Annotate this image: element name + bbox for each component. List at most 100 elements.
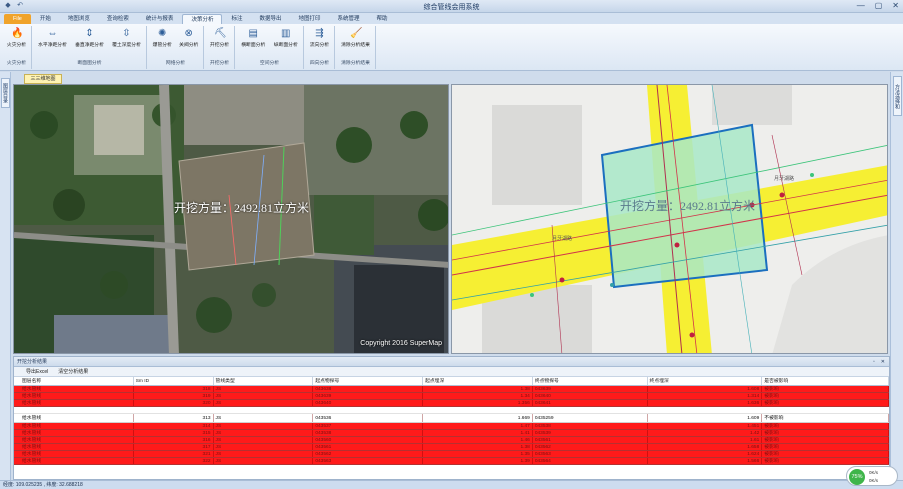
table-cell: 043641 (533, 400, 648, 406)
group-flow: ⇶ 流向分析 四向分析 (305, 26, 335, 69)
table-cell: 给水管线 (14, 444, 134, 450)
column-header[interactable]: 终点埋深 (648, 377, 763, 385)
table-cell: 317 (134, 444, 214, 450)
table-cell: 1.41 (423, 430, 533, 436)
group-network: ✺ 爆管分析 ⊗ 关阀分析 网络分析 (148, 26, 204, 69)
table-row[interactable]: 给水管线 319 JS 043639 1.34 043640 1.314 被影响 (14, 393, 889, 400)
table-row[interactable]: 给水管线 322 JS 043563 1.39 043564 1.566 被影响 (14, 458, 889, 465)
table-row[interactable]: 给水管线 317 JS 043561 1.38 043562 1.658 被影响 (14, 444, 889, 451)
window-title: 综合管线会用系统 (423, 4, 480, 11)
clear-results-link[interactable]: 清空分析结果 (58, 367, 88, 376)
map-2d-view[interactable]: 开挖方量：2492.81立方米 月牙湖路 月牙湖路 (451, 84, 888, 354)
vertical-distance-button[interactable]: ⇕ 垂直净距分析 (72, 26, 107, 52)
tab-file[interactable]: File (4, 14, 31, 24)
tab-map-print[interactable]: 地图打印 (290, 14, 328, 24)
close-button[interactable]: ✕ (892, 1, 899, 10)
column-header[interactable]: Sm ID (134, 377, 214, 385)
table-row[interactable]: 给水管线 316 JS 043560 1.46 043561 1.61 被影响 (14, 437, 889, 444)
app-window: ◆ ↶ 综合管线会用系统 — ▢ ✕ File 开始 地图浏览 查询检索 统计与… (0, 0, 903, 489)
cross-section-icon: ▤ (248, 28, 258, 39)
table-row[interactable]: 给水管线 314 JS 043537 1.47 043538 1.451 被影响 (14, 423, 889, 430)
table-cell: JS (214, 451, 314, 457)
minimize-button[interactable]: — (857, 1, 865, 10)
table-cell: JS (214, 458, 314, 464)
pipe-burst-button[interactable]: ✺ 爆管分析 (150, 26, 175, 52)
table-cell: 043537 (313, 423, 424, 429)
table-cell: 320 (134, 400, 214, 406)
column-header[interactable]: 管线类型 (214, 377, 314, 385)
tab-start[interactable]: 开始 (32, 14, 59, 24)
table-row[interactable]: 给水管线 318 JS 043638 1.38 043639 1.608 被影响 (14, 386, 889, 393)
cover-depth-button[interactable]: ⇳ 覆土深度分析 (109, 26, 144, 52)
table-cell: 043564 (533, 458, 648, 464)
export-excel-button[interactable]: 导出Excel (26, 367, 48, 376)
vertical-distance-icon: ⇕ (85, 28, 94, 39)
table-cell: 被影响 (762, 430, 889, 436)
tab-help[interactable]: 帮助 (369, 14, 396, 24)
column-header[interactable]: 终点物探号 (533, 377, 648, 385)
fire-analysis-button[interactable]: 🔥 火灾分析 (4, 26, 29, 52)
column-header[interactable]: 图层名称 (14, 377, 134, 385)
table-cell: 043562 (313, 451, 424, 457)
table-cell: 319 (134, 393, 214, 399)
horizontal-distance-icon: ⇔ (47, 28, 58, 39)
column-header[interactable]: 是否被影响 (762, 377, 889, 385)
group-section: ⇔ 水平净距分析 ⇕ 垂直净距分析 ⇳ 覆土深度分析 断面图分析 (33, 26, 147, 69)
table-cell: 043640 (533, 393, 648, 399)
table-cell: 被影响 (762, 451, 889, 457)
upload-speed: 0K/s (869, 470, 879, 475)
profile-button[interactable]: ▥ 纵断面分析 (271, 26, 302, 52)
table-cell: 被影响 (762, 437, 889, 443)
method-select-tab[interactable]: 方法选择和 (893, 76, 902, 116)
tab-data-export[interactable]: 数据导出 (251, 14, 289, 24)
table-cell: JS (214, 437, 314, 443)
layer-tree-tab[interactable]: 图层目录 (1, 78, 10, 108)
excavation-icon: ⛏ (214, 28, 227, 39)
table-cell: 1.34 (423, 393, 533, 399)
table-cell: 给水管线 (14, 400, 134, 406)
window-controls: — ▢ ✕ (857, 1, 899, 10)
table-cell: 1.35 (423, 451, 533, 457)
tab-system[interactable]: 系统管理 (330, 14, 368, 24)
tab-annotate[interactable]: 标注 (223, 14, 250, 24)
close-icon[interactable]: ✕ (881, 357, 885, 367)
document-tab-3d-map[interactable]: 三三维地图 (24, 74, 62, 84)
column-header[interactable]: 起点物探号 (313, 377, 424, 385)
clear-results-button[interactable]: 🧹 清除分析结果 (338, 26, 373, 52)
panel-title: 开挖分析结果 (17, 359, 48, 365)
maximize-button[interactable]: ▢ (875, 1, 883, 10)
table-row-highlight[interactable]: 给水管线 313 JS 043536 1.669 0435259 1.609 不… (14, 414, 889, 423)
map-copyright: Copyright 2016 SuperMap (360, 340, 442, 347)
table-cell: 1.624 (648, 451, 763, 457)
table-row[interactable]: 给水管线 315 JS 043538 1.41 043539 1.42 被影响 (14, 430, 889, 437)
tab-statistics[interactable]: 统计与报表 (138, 14, 182, 24)
tab-decision-analysis[interactable]: 决策分析 (182, 14, 223, 24)
network-speed-widget: 75% 0K/s 0K/s (846, 466, 898, 486)
table-cell: 被影响 (762, 458, 889, 464)
pipeline-map (452, 85, 887, 353)
tab-query[interactable]: 查询检索 (99, 14, 137, 24)
excavation-button[interactable]: ⛏ 开挖分析 (207, 26, 232, 52)
results-table: 图层名称 Sm ID 管线类型 起点物探号 起点埋深 终点物探号 终点埋深 是否… (14, 377, 889, 465)
pin-icon[interactable]: ▫ (873, 357, 875, 367)
column-header[interactable]: 起点埋深 (423, 377, 533, 385)
map-3d-view[interactable]: 开挖方量：2492.81立方米 Copyright 2016 SuperMap (13, 84, 449, 354)
table-cell: 043639 (533, 386, 648, 392)
table-cell: 1.61 (648, 437, 763, 443)
table-cell: 给水管线 (14, 437, 134, 443)
ribbon-tabs: File 开始 地图浏览 查询检索 统计与报表 决策分析 标注 数据导出 地图打… (0, 13, 903, 24)
cross-section-button[interactable]: ▤ 横断面分析 (238, 26, 269, 52)
right-dock: 方法选择和 (890, 72, 903, 484)
tab-map-browse[interactable]: 地图浏览 (60, 14, 98, 24)
flow-button[interactable]: ⇶ 流向分析 (307, 26, 332, 52)
valve-button[interactable]: ⊗ 关阀分析 (177, 26, 202, 52)
table-row[interactable]: 给水管线 321 JS 043562 1.35 043563 1.624 被影响 (14, 451, 889, 458)
table-cell: 给水管线 (14, 393, 134, 399)
road-label: 月牙湖路 (552, 236, 573, 242)
valve-icon: ⊗ (184, 28, 193, 39)
table-row[interactable]: 给水管线 320 JS 043640 1.356 043641 1.636 被影响 (14, 400, 889, 407)
table-cell: 给水管线 (14, 386, 134, 392)
horizontal-distance-button[interactable]: ⇔ 水平净距分析 (35, 26, 70, 52)
table-cell: 给水管线 (14, 423, 134, 429)
table-cell: 043640 (313, 400, 424, 406)
